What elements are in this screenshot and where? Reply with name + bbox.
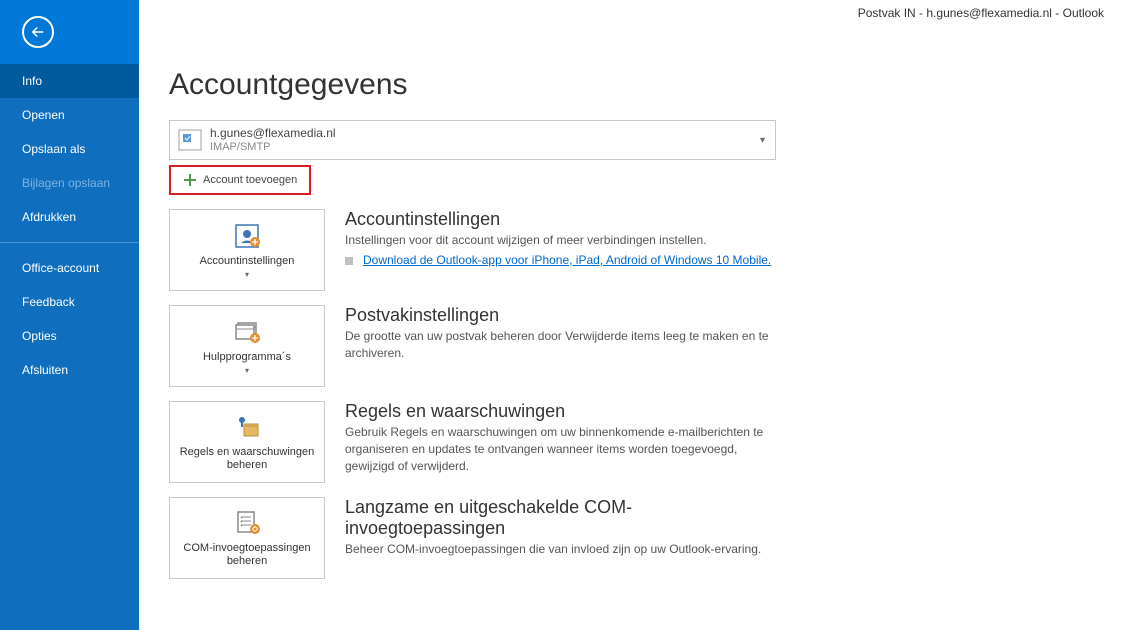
back-button[interactable] xyxy=(22,16,54,48)
tile-label: Accountinstellingen xyxy=(200,255,295,268)
tile-label: Regels en waarschuwingen beheren xyxy=(174,446,320,472)
section: Accountinstellingen ▾ Accountinstellingen I… xyxy=(169,209,1124,291)
tile-label: COM-invoegtoepassingen beheren xyxy=(174,542,320,568)
tile-button[interactable]: Hulpprogramma´s ▾ xyxy=(169,305,325,387)
section-description: Instellingen voor dit account wijzigen o… xyxy=(345,232,785,249)
back-area xyxy=(0,0,139,64)
section-title: Langzame en uitgeschakelde COM-invoegtoe… xyxy=(345,497,785,539)
page-title: Accountgegevens xyxy=(169,68,1124,102)
account-info: h.gunes@flexamedia.nl IMAP/SMTP xyxy=(210,126,760,154)
chevron-down-icon: ▾ xyxy=(760,135,765,146)
section-content: Regels en waarschuwingenGebruik Regels e… xyxy=(345,401,785,483)
section-content: Accountinstellingen Instellingen voor dit… xyxy=(345,209,785,291)
bullet-icon xyxy=(345,257,353,265)
plus-icon xyxy=(183,173,197,187)
section-description: Gebruik Regels en waarschuwingen om uw b… xyxy=(345,424,785,474)
sidebar-item-opties[interactable]: Opties xyxy=(0,319,139,353)
tile-icon xyxy=(230,508,264,538)
section-title: Regels en waarschuwingen xyxy=(345,401,785,422)
chevron-down-icon: ▾ xyxy=(245,366,249,375)
sidebar-item-bijlagen-opslaan: Bijlagen opslaan xyxy=(0,166,139,200)
main-content: Accountgegevens h.gunes@flexamedia.nl IM… xyxy=(139,0,1124,630)
sidebar-divider xyxy=(0,242,139,243)
app-container: InfoOpenenOpslaan alsBijlagen opslaanAfd… xyxy=(0,0,1124,630)
tile-icon xyxy=(230,412,264,442)
section: Regels en waarschuwingen beheren Regels e… xyxy=(169,401,1124,483)
section-content: PostvakinstellingenDe grootte van uw pos… xyxy=(345,305,785,387)
sidebar-item-feedback[interactable]: Feedback xyxy=(0,285,139,319)
tile-button[interactable]: Accountinstellingen ▾ xyxy=(169,209,325,291)
window-title: Postvak IN - h.gunes@flexamedia.nl - Out… xyxy=(838,0,1124,26)
section: Hulpprogramma´s ▾ PostvakinstellingenDe gr… xyxy=(169,305,1124,387)
sidebar-item-openen[interactable]: Openen xyxy=(0,98,139,132)
tile-button[interactable]: COM-invoegtoepassingen beheren xyxy=(169,497,325,579)
section-title: Accountinstellingen xyxy=(345,209,785,230)
tile-button[interactable]: Regels en waarschuwingen beheren xyxy=(169,401,325,483)
account-selector[interactable]: h.gunes@flexamedia.nl IMAP/SMTP ▾ xyxy=(169,120,776,160)
sidebar-item-opslaan-als[interactable]: Opslaan als xyxy=(0,132,139,166)
account-icon xyxy=(178,127,202,153)
sidebar-item-office-account[interactable]: Office-account xyxy=(0,251,139,285)
section-description: Beheer COM-invoegtoepassingen die van in… xyxy=(345,541,785,558)
section: COM-invoegtoepassingen beheren Langzame e… xyxy=(169,497,1124,579)
tile-icon xyxy=(230,317,264,347)
sidebar-item-afdrukken[interactable]: Afdrukken xyxy=(0,200,139,234)
section-title: Postvakinstellingen xyxy=(345,305,785,326)
add-account-button[interactable]: Account toevoegen xyxy=(169,165,311,195)
chevron-down-icon: ▾ xyxy=(245,270,249,279)
account-email: h.gunes@flexamedia.nl xyxy=(210,126,760,140)
back-arrow-icon xyxy=(29,23,47,41)
tile-label: Hulpprogramma´s xyxy=(203,351,291,364)
sidebar-item-afsluiten[interactable]: Afsluiten xyxy=(0,353,139,387)
add-account-label: Account toevoegen xyxy=(203,174,297,186)
tile-icon xyxy=(230,221,264,251)
account-type: IMAP/SMTP xyxy=(210,141,760,154)
section-description: De grootte van uw postvak beheren door V… xyxy=(345,328,785,362)
sidebar-item-info[interactable]: Info xyxy=(0,64,139,98)
download-app-link[interactable]: Download de Outlook-app voor iPhone, iPa… xyxy=(363,253,771,267)
backstage-sidebar: InfoOpenenOpslaan alsBijlagen opslaanAfd… xyxy=(0,0,139,630)
link-row: Download de Outlook-app voor iPhone, iPa… xyxy=(345,253,785,267)
section-content: Langzame en uitgeschakelde COM-invoegtoe… xyxy=(345,497,785,579)
